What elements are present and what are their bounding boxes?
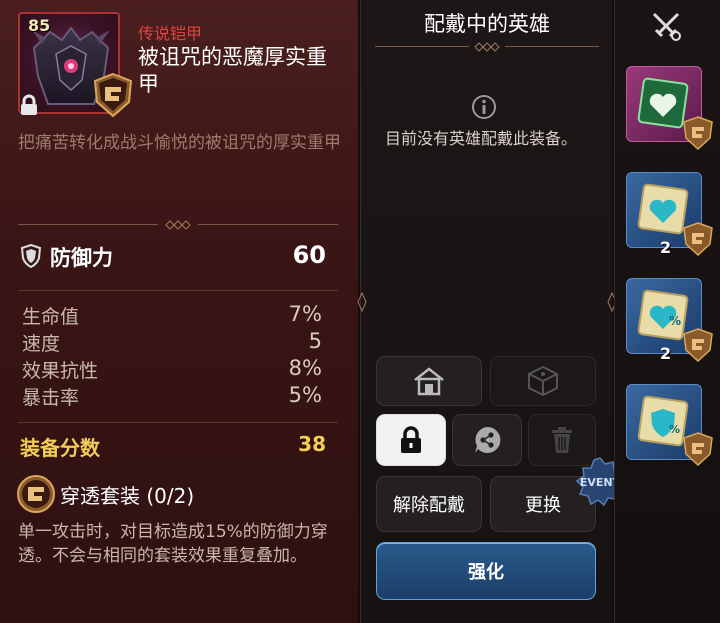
main-stat-value: 60 [292, 241, 326, 269]
item-description: 把痛苦转化成战斗愉悦的被诅咒的厚实重甲 [18, 133, 341, 153]
substat-row: 效果抗性 8% [22, 356, 322, 382]
gear-score-label: 装备分数 [20, 436, 100, 460]
unequip-button[interactable]: 解除配戴 [376, 476, 482, 532]
penetration-set-icon [683, 222, 713, 256]
gear-score-row: 装备分数 38 [20, 432, 326, 460]
set-title: 穿透套装 (0/2) [60, 484, 195, 508]
replace-label: 更换 [525, 495, 561, 516]
item-name: 被诅咒的恶魔厚实重甲 [138, 45, 327, 96]
substat-row: 暴击率 5% [22, 383, 322, 409]
enhance-label: 强化 [468, 562, 504, 583]
storage-button[interactable] [376, 356, 482, 406]
substat-label: 速度 [22, 333, 61, 355]
penetration-set-icon [683, 328, 713, 362]
gear-score-value: 38 [298, 432, 326, 456]
rune-count: 2 [660, 238, 672, 257]
svg-text:%: % [669, 423, 680, 436]
main-stat-label: 防御力 [50, 246, 113, 270]
unequip-label: 解除配戴 [393, 495, 465, 516]
set-description: 单一攻击时，对目标造成15%的防御力穿透。不会与相同的套装效果重复叠加。 [18, 522, 328, 566]
enhance-button[interactable]: 强化 [376, 542, 596, 600]
divider [18, 286, 338, 296]
lock-button[interactable] [376, 414, 446, 466]
trash-icon [552, 427, 572, 453]
substat-value: 5 [308, 329, 322, 353]
substat-label: 暴击率 [22, 387, 80, 409]
substat-value: 8% [288, 356, 322, 380]
divider [375, 42, 599, 52]
penetration-set-icon [683, 432, 713, 466]
item-rarity: 传说铠甲 [138, 24, 203, 43]
item-level: 85 [28, 16, 51, 35]
substat-value: 7% [288, 302, 322, 326]
penetration-set-icon [16, 474, 56, 514]
crossed-swords-icon[interactable] [648, 8, 684, 44]
svg-text:%: % [669, 314, 681, 328]
info-icon [471, 94, 497, 120]
no-hero-message: 目前没有英雄配戴此装备。 [385, 129, 578, 148]
share-button[interactable] [452, 414, 522, 466]
substat-label: 生命值 [22, 306, 80, 328]
dice-button[interactable] [490, 356, 596, 406]
substat-row: 速度 5 [22, 329, 322, 355]
penetration-set-icon [683, 116, 713, 150]
penetration-set-icon [92, 72, 134, 118]
lock-icon [18, 94, 40, 116]
substat-label: 效果抗性 [22, 360, 99, 382]
rune-count: 2 [660, 344, 672, 363]
lock-icon [401, 426, 421, 453]
substat-row: 生命值 7% [22, 302, 322, 328]
main-stat-row: 防御力 60 [20, 240, 326, 272]
divider [18, 418, 338, 428]
equipped-hero-title: 配戴中的英雄 [424, 12, 550, 36]
share-icon [475, 426, 501, 453]
side-ornament [357, 292, 367, 312]
substat-value: 5% [288, 383, 322, 407]
shield-icon [20, 244, 42, 268]
dice-icon [528, 365, 558, 397]
divider [18, 220, 338, 230]
storage-icon [414, 367, 444, 396]
